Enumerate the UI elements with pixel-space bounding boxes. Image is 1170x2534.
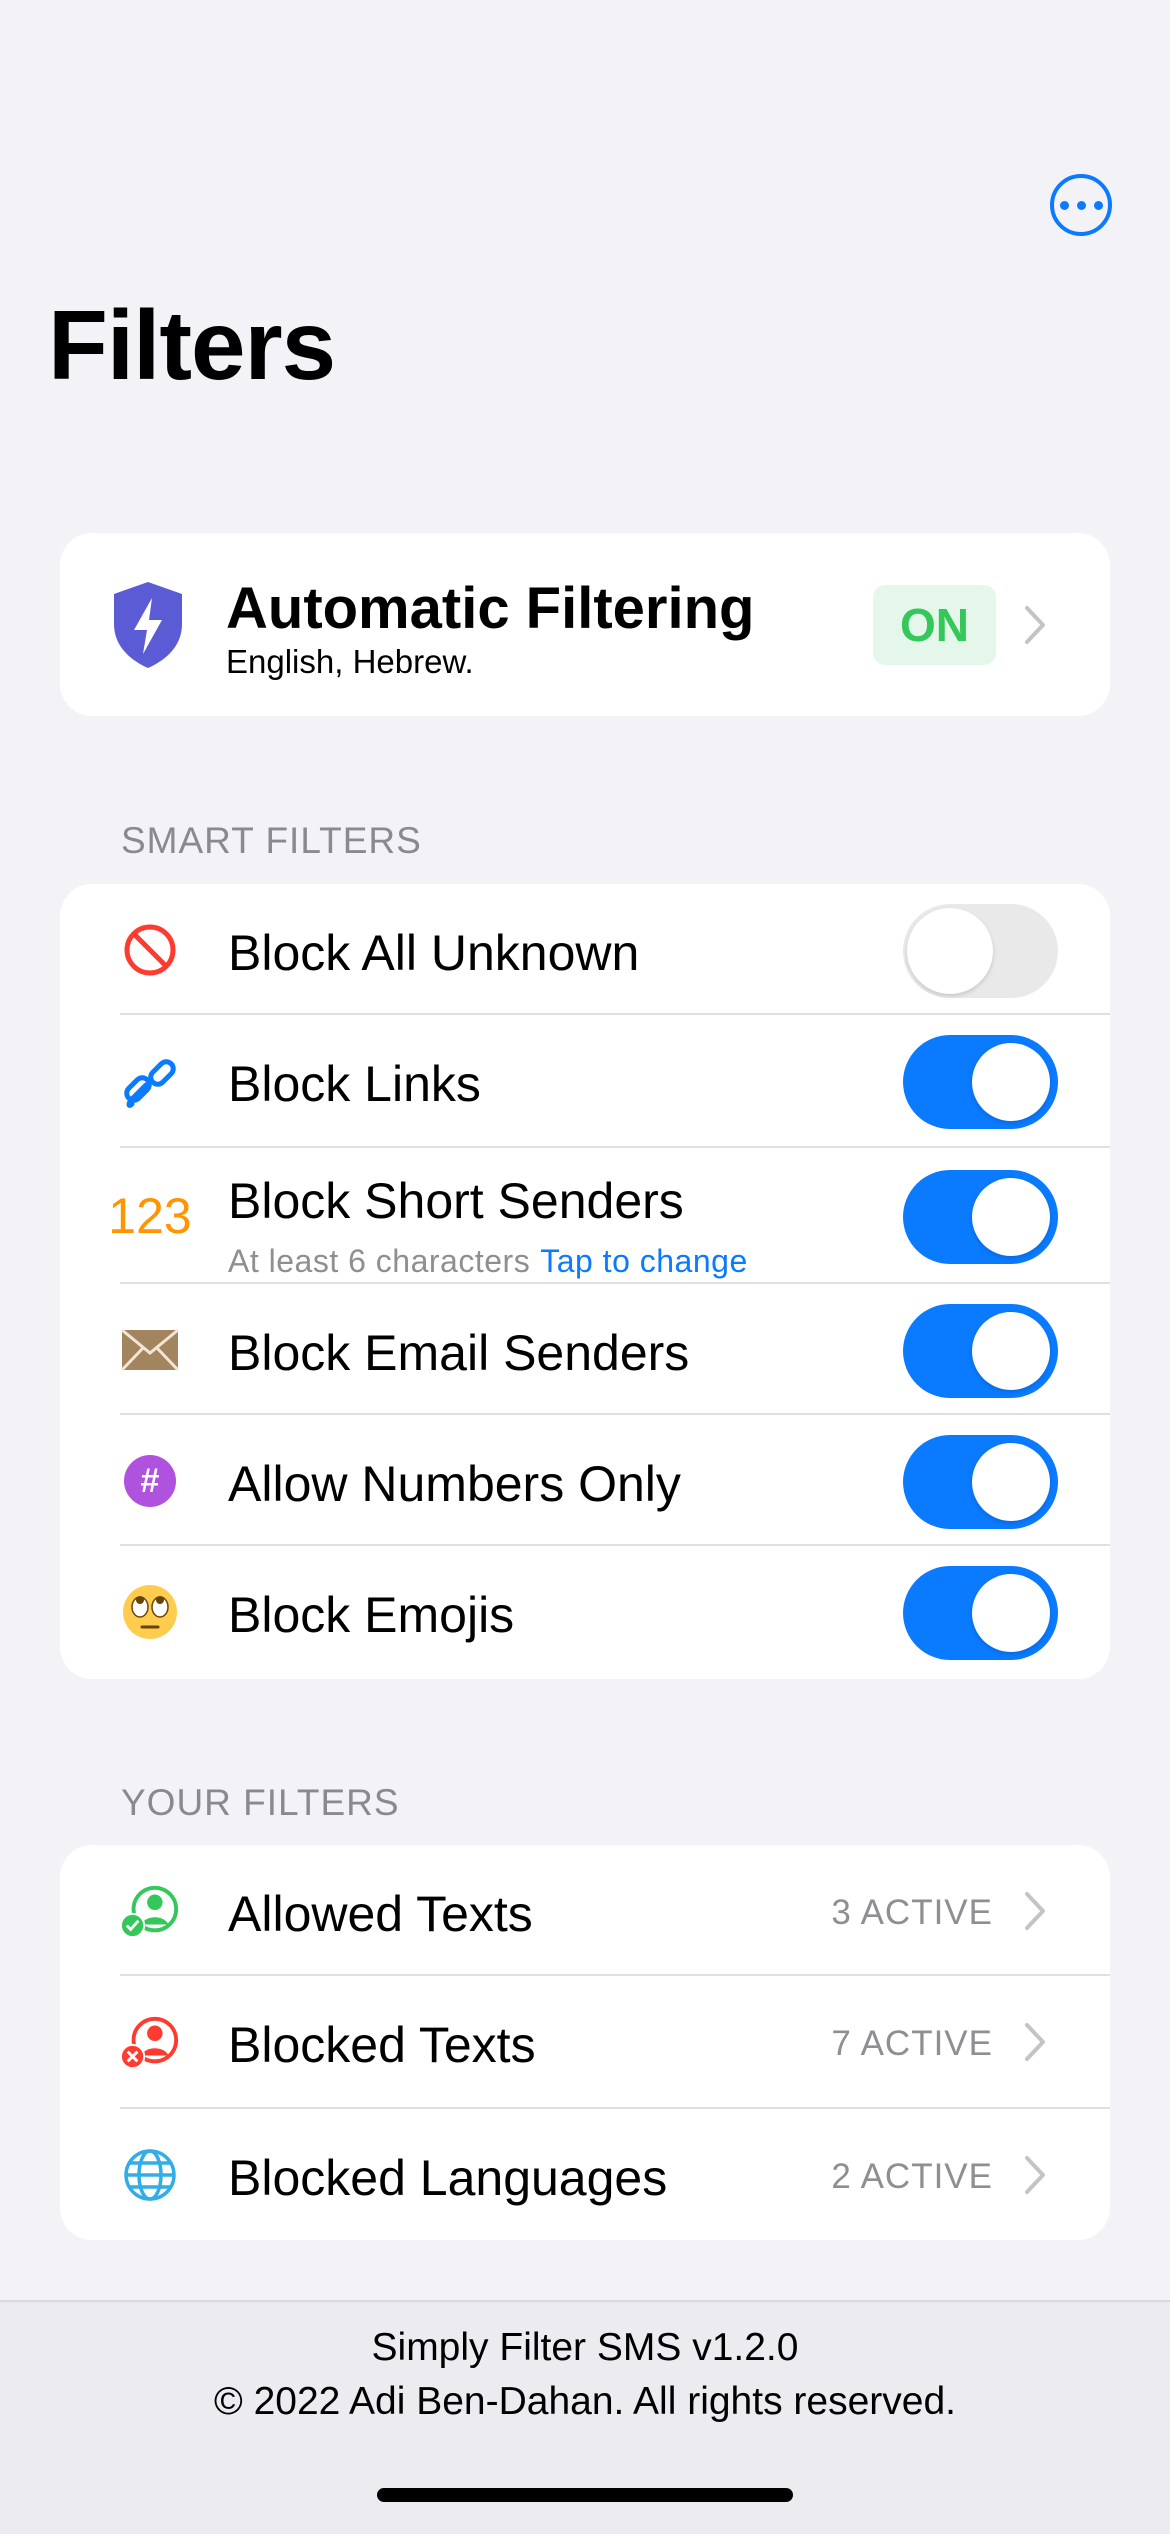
your-filter-row-blocked-texts[interactable]: Blocked Texts 7 ACTIVE xyxy=(60,1976,1110,2109)
filter-label: Block Links xyxy=(228,1056,481,1112)
filter-row-block-short-senders: 123 Block Short Senders At least 6 chara… xyxy=(60,1148,1110,1284)
filter-label: Allowed Texts xyxy=(228,1886,533,1942)
block-links-toggle[interactable] xyxy=(903,1035,1058,1129)
home-indicator[interactable] xyxy=(377,2488,793,2502)
min-characters-text: At least 6 characters xyxy=(228,1243,531,1279)
filter-row-allow-numbers-only: # Allow Numbers Only xyxy=(60,1415,1110,1546)
your-filter-row-blocked-languages[interactable]: Blocked Languages 2 ACTIVE xyxy=(60,2109,1110,2240)
automatic-filtering-card[interactable]: Automatic Filtering English, Hebrew. ON xyxy=(60,533,1110,716)
hash-icon-glyph: # xyxy=(124,1455,176,1507)
filter-row-block-email-senders: Block Email Senders xyxy=(60,1284,1110,1415)
smart-filters-list: Block All Unknown Block Links 123 Block … xyxy=(60,884,1110,1679)
prohibited-icon xyxy=(120,920,180,980)
short-senders-subtitle: At least 6 characters Tap to change xyxy=(228,1243,748,1280)
person-x-icon xyxy=(120,2012,180,2072)
toggle-knob xyxy=(972,1312,1050,1390)
toggle-knob xyxy=(907,908,993,994)
active-count: 7 ACTIVE xyxy=(831,2024,993,2063)
ellipsis-icon-dot xyxy=(1093,200,1103,210)
filter-row-block-links: Block Links xyxy=(60,1015,1110,1148)
filter-label: Blocked Languages xyxy=(228,2150,668,2206)
more-options-button[interactable] xyxy=(1050,174,1112,236)
your-filters-heading: YOUR FILTERS xyxy=(121,1782,400,1823)
status-badge: ON xyxy=(873,585,996,665)
filter-row-block-all-unknown: Block All Unknown xyxy=(60,884,1110,1015)
chevron-right-icon xyxy=(1025,2156,1045,2194)
your-filters-list: Allowed Texts 3 ACTIVE Blocked Texts 7 A… xyxy=(60,1845,1110,2240)
filter-label: Blocked Texts xyxy=(228,2017,536,2073)
toggle-knob xyxy=(972,1178,1050,1256)
automatic-filtering-title: Automatic Filtering xyxy=(226,576,755,641)
filter-label: Allow Numbers Only xyxy=(228,1456,681,1512)
your-filter-row-allowed-texts[interactable]: Allowed Texts 3 ACTIVE xyxy=(60,1845,1110,1976)
allow-numbers-only-toggle[interactable] xyxy=(903,1435,1058,1529)
app-version: Simply Filter SMS v1.2.0 xyxy=(371,2326,799,2369)
block-email-senders-toggle[interactable] xyxy=(903,1304,1058,1398)
filter-label: Block All Unknown xyxy=(228,925,640,981)
hash-icon: # xyxy=(120,1451,180,1511)
filter-label: Block Emojis xyxy=(228,1587,515,1643)
tap-to-change-link[interactable]: Tap to change xyxy=(540,1243,748,1279)
block-emojis-toggle[interactable] xyxy=(903,1566,1058,1660)
toggle-knob xyxy=(972,1574,1050,1652)
filter-row-block-emojis: Block Emojis xyxy=(60,1546,1110,1679)
toggle-knob xyxy=(972,1043,1050,1121)
block-all-unknown-toggle[interactable] xyxy=(903,904,1058,998)
automatic-filtering-languages: English, Hebrew. xyxy=(226,643,474,680)
block-short-senders-toggle[interactable] xyxy=(903,1170,1058,1264)
chevron-right-icon xyxy=(1025,606,1045,644)
link-icon xyxy=(120,1051,180,1111)
ellipsis-icon-dot xyxy=(1076,200,1086,210)
numbers-123-icon: 123 xyxy=(108,1188,192,1244)
chevron-right-icon xyxy=(1025,2023,1045,2061)
toggle-knob xyxy=(972,1443,1050,1521)
smart-filters-heading: SMART FILTERS xyxy=(121,820,422,861)
active-count: 2 ACTIVE xyxy=(831,2157,993,2196)
envelope-icon xyxy=(120,1320,180,1380)
page-title: Filters xyxy=(48,290,336,400)
active-count: 3 ACTIVE xyxy=(831,1893,993,1932)
filter-label: Block Short Senders xyxy=(228,1173,684,1229)
eye-roll-emoji-icon xyxy=(120,1582,180,1642)
shield-bolt-icon xyxy=(114,582,182,668)
filter-label: Block Email Senders xyxy=(228,1325,690,1381)
ellipsis-icon xyxy=(1059,200,1069,210)
chevron-right-icon xyxy=(1025,1892,1045,1930)
copyright-text: © 2022 Adi Ben-Dahan. All rights reserve… xyxy=(214,2380,956,2423)
person-check-icon xyxy=(120,1881,180,1941)
globe-icon xyxy=(120,2145,180,2205)
